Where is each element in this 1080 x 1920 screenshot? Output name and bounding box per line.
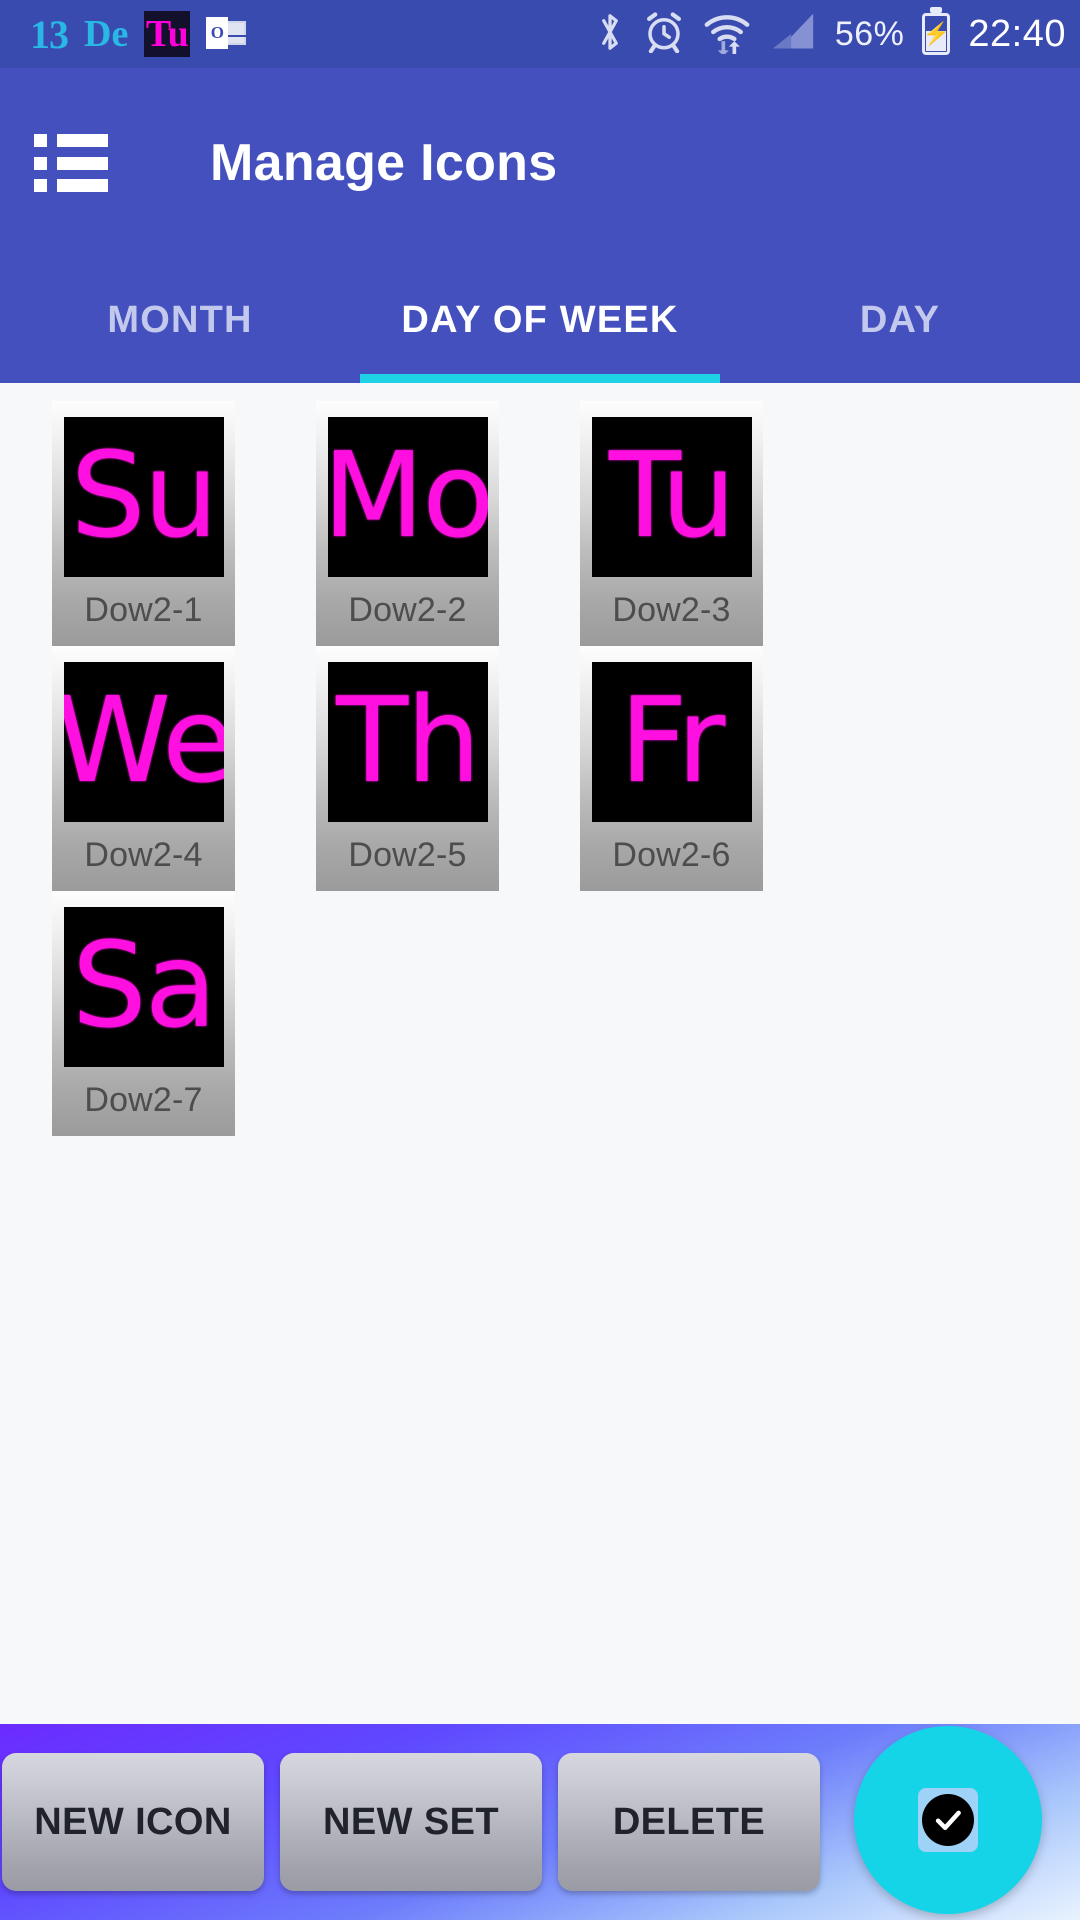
confirm-fab[interactable] (854, 1726, 1042, 1914)
icon-thumbnail: Th (327, 662, 488, 822)
date-month-icon: De (84, 13, 129, 55)
bluetooth-icon (595, 10, 625, 59)
signal-icon (769, 10, 817, 59)
icon-glyph: Mo (327, 426, 488, 564)
delete-button[interactable]: DELETE (558, 1753, 820, 1891)
icon-thumbnail: Sa (63, 907, 224, 1067)
icon-glyph: Th (336, 671, 481, 809)
icon-label: Dow2-3 (612, 591, 731, 629)
tab-month-label: MONTH (107, 299, 253, 341)
new-icon-button-label: NEW ICON (34, 1800, 232, 1843)
battery-icon: ⚡ (922, 13, 951, 55)
date-day-icon: 13 (30, 11, 69, 57)
status-bar-left-icons: 13 De Tu O (30, 11, 247, 58)
list-menu-icon[interactable] (34, 134, 108, 192)
icon-thumbnail: Mo (327, 417, 488, 577)
icon-tile[interactable]: Tu Dow2-3 (580, 401, 763, 646)
icon-tile[interactable]: Mo Dow2-2 (316, 401, 499, 646)
delete-button-label: DELETE (612, 1800, 766, 1843)
icon-thumbnail: We (63, 662, 224, 822)
icon-tile[interactable]: Th Dow2-5 (316, 646, 499, 891)
icon-tile[interactable]: Sa Dow2-7 (52, 891, 235, 1136)
bottom-action-bar: NEW ICON NEW SET DELETE (0, 1724, 1080, 1920)
weekday-notification-icon: Tu (144, 11, 191, 57)
tab-month[interactable]: MONTH (0, 258, 360, 383)
outlook-icon: O (206, 17, 247, 51)
icon-tile[interactable]: We Dow2-4 (52, 646, 235, 891)
icon-glyph: Tu (609, 426, 736, 564)
app-bar: Manage Icons (0, 68, 1080, 258)
new-set-button[interactable]: NEW SET (280, 1753, 542, 1891)
icon-grid: Su Dow2-1 Mo Dow2-2 Tu Dow2-3 We Dow2-4 … (0, 401, 1080, 1136)
wifi-icon (703, 10, 751, 59)
check-circle-icon (918, 1788, 978, 1852)
app-screen: 13 De Tu O 56% ⚡ 22:40 Manage Icons MONT… (0, 0, 1080, 1920)
status-bar: 13 De Tu O 56% ⚡ 22:40 (0, 0, 1080, 68)
icon-tile[interactable]: Su Dow2-1 (52, 401, 235, 646)
new-set-button-label: NEW SET (323, 1800, 499, 1843)
icon-label: Dow2-2 (348, 591, 467, 629)
battery-percent-label: 56% (834, 14, 905, 53)
icon-thumbnail: Tu (591, 417, 752, 577)
tab-bar: MONTH DAY OF WEEK DAY (0, 258, 1080, 383)
icon-label: Dow2-4 (84, 836, 203, 874)
icon-glyph: Sa (71, 916, 217, 1054)
tab-day[interactable]: DAY (720, 258, 1080, 383)
new-icon-button[interactable]: NEW ICON (2, 1753, 264, 1891)
page-title: Manage Icons (210, 134, 558, 192)
icon-thumbnail: Fr (591, 662, 752, 822)
tab-day-of-week[interactable]: DAY OF WEEK (360, 258, 720, 383)
icon-label: Dow2-1 (84, 591, 203, 629)
icon-label: Dow2-6 (612, 836, 731, 874)
icon-tile[interactable]: Fr Dow2-6 (580, 646, 763, 891)
alarm-icon (643, 11, 685, 58)
clock-label: 22:40 (968, 12, 1066, 55)
icon-label: Dow2-7 (84, 1081, 203, 1119)
icon-glyph: Su (70, 426, 219, 564)
icon-thumbnail: Su (63, 417, 224, 577)
tab-day-label: DAY (859, 299, 941, 341)
icon-label: Dow2-5 (348, 836, 467, 874)
icon-glyph: Fr (619, 671, 726, 809)
icon-grid-area: Su Dow2-1 Mo Dow2-2 Tu Dow2-3 We Dow2-4 … (0, 383, 1080, 1920)
tab-day-of-week-label: DAY OF WEEK (401, 299, 679, 341)
icon-glyph: We (63, 671, 224, 809)
status-bar-right-icons: 56% ⚡ 22:40 (595, 10, 1066, 59)
